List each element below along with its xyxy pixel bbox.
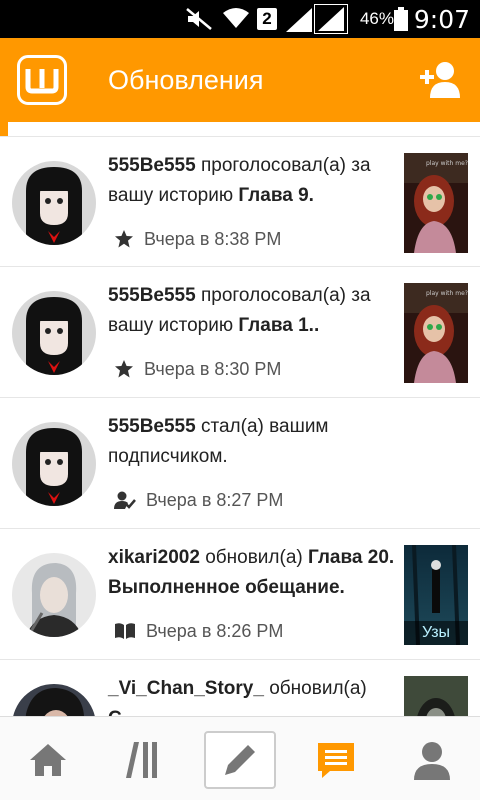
timestamp: Вчера в 8:27 PM xyxy=(146,489,284,510)
notification-meta: Вчера в 8:38 PM xyxy=(114,225,281,253)
signal-icon xyxy=(286,8,312,32)
notification-text: xikari2002 обновил(а) Глава 20. Выполнен… xyxy=(108,547,395,598)
write-icon[interactable] xyxy=(204,731,276,789)
avatar[interactable] xyxy=(12,422,96,506)
follower-icon xyxy=(114,491,136,509)
timestamp: Вчера в 8:38 PM xyxy=(144,228,282,249)
page-title: Обновления xyxy=(108,64,264,95)
library-icon[interactable] xyxy=(108,731,180,789)
notification-text: 555Be555 проголосовал(а) за вашу историю… xyxy=(108,285,371,336)
clock: 9:07 xyxy=(413,4,470,34)
avatar[interactable] xyxy=(12,291,96,375)
mute-icon xyxy=(186,8,212,30)
username[interactable]: 555Be555 xyxy=(108,155,196,176)
svg-text:play with me?: play with me? xyxy=(426,290,468,297)
home-icon[interactable] xyxy=(12,731,84,789)
timestamp: Вчера в 8:30 PM xyxy=(144,358,282,379)
notification-text: 555Be555 стал(а) вашим подписчиком. xyxy=(108,416,329,467)
wifi-icon xyxy=(223,8,249,28)
notification-meta: Вчера в 8:27 PM xyxy=(114,486,283,514)
list-item[interactable]: xikari2002 обновил(а) Глава 20. Выполнен… xyxy=(0,529,480,660)
add-user-icon[interactable] xyxy=(418,58,462,102)
username[interactable]: 555Be555 xyxy=(108,416,196,437)
avatar[interactable] xyxy=(12,684,96,716)
bottom-navigation xyxy=(0,716,480,800)
username[interactable]: 555Be555 xyxy=(108,285,196,306)
username[interactable]: _Vi_Chan_Story_ xyxy=(108,678,264,699)
profile-icon[interactable] xyxy=(396,731,468,789)
messages-icon[interactable] xyxy=(300,731,372,789)
star-icon xyxy=(115,360,133,378)
username[interactable]: xikari2002 xyxy=(108,547,200,568)
book-icon xyxy=(115,623,135,639)
story-cover[interactable] xyxy=(404,676,468,716)
story-title[interactable]: Глава 1.. xyxy=(238,315,319,336)
battery-icon xyxy=(394,7,408,31)
sim-badge: 2 xyxy=(257,8,277,30)
avatar[interactable] xyxy=(12,553,96,637)
timestamp: Вчера в 8:26 PM xyxy=(146,620,284,641)
story-cover[interactable]: play with me? xyxy=(404,283,468,383)
cover-title: Узы xyxy=(404,621,468,645)
story-cover[interactable]: Узы xyxy=(404,545,468,645)
notification-text: 555Be555 проголосовал(а) за вашу историю… xyxy=(108,155,371,206)
list-item[interactable]: 555Be555 проголосовал(а) за вашу историю… xyxy=(0,267,480,398)
notification-meta: Вчера в 8:26 PM xyxy=(114,617,283,645)
story-cover[interactable]: play with me? xyxy=(404,153,468,253)
notifications-list[interactable]: 555Be555 проголосовал(а) за вашу историю… xyxy=(0,136,480,716)
app-bar: Обновления xyxy=(0,38,480,122)
list-item[interactable]: _Vi_Chan_Story_ обновил(а) С... xyxy=(0,660,480,716)
wattpad-logo-icon[interactable] xyxy=(17,55,67,105)
status-bar: 2 46% 9:07 xyxy=(0,0,480,38)
story-title[interactable]: С... xyxy=(108,708,138,716)
signal-icon xyxy=(314,4,348,34)
battery-percent: 46% xyxy=(359,9,394,28)
story-title[interactable]: Глава 9. xyxy=(238,185,314,206)
list-item[interactable]: 555Be555 стал(а) вашим подписчиком. Вчер… xyxy=(0,398,480,529)
svg-text:play with me?: play with me? xyxy=(426,160,468,167)
notification-meta: Вчера в 8:30 PM xyxy=(114,355,281,383)
list-item[interactable]: 555Be555 проголосовал(а) за вашу историю… xyxy=(0,136,480,267)
avatar[interactable] xyxy=(12,161,96,245)
star-icon xyxy=(115,230,133,248)
notification-text: _Vi_Chan_Story_ обновил(а) С... xyxy=(108,674,398,716)
